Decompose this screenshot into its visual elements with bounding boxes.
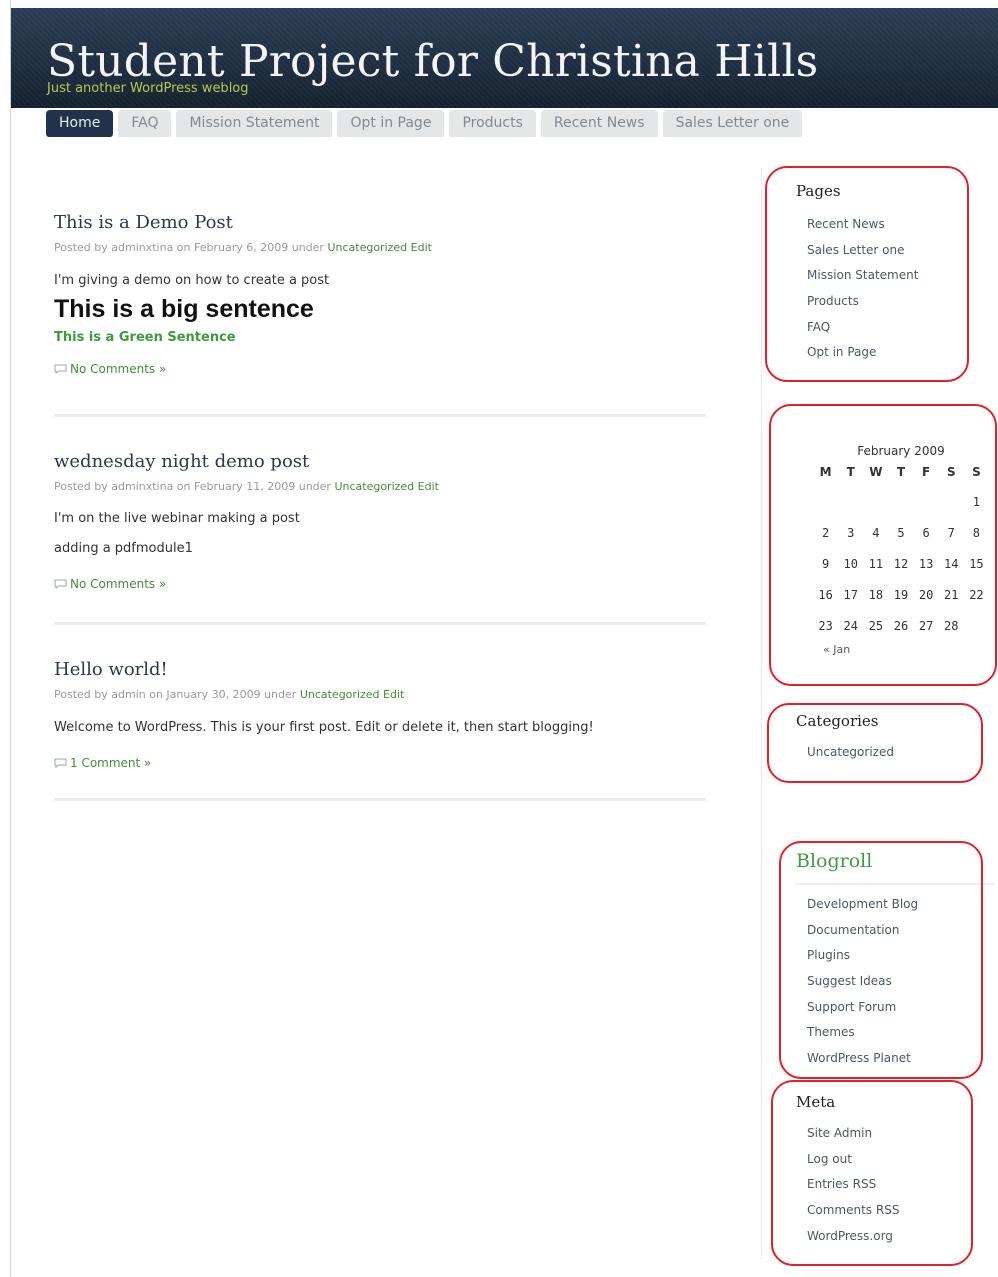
post-hello-world: Hello world! Posted by admin on January …	[54, 659, 706, 770]
green-sentence: This is a Green Sentence	[54, 330, 236, 345]
edit-link[interactable]: Edit	[383, 688, 404, 701]
post-divider	[54, 622, 706, 625]
annotation-ring-meta	[771, 1080, 973, 1266]
post-meta: Posted by adminxtina on February 6, 2009…	[54, 241, 706, 254]
post-body-text: Welcome to WordPress. This is your first…	[54, 720, 594, 735]
tab-mission-statement[interactable]: Mission Statement	[176, 110, 333, 137]
post-divider	[54, 798, 706, 801]
post-meta: Posted by admin on January 30, 2009 unde…	[54, 688, 706, 701]
tab-recent-news[interactable]: Recent News	[540, 110, 658, 137]
post-divider	[54, 414, 706, 417]
comments-label: 1 Comment »	[70, 756, 152, 770]
post-body-text-2: adding a pdfmodule1	[54, 541, 193, 556]
comments-link[interactable]: No Comments »	[54, 362, 706, 376]
page: Student Project for Christina Hills Just…	[10, 0, 998, 1277]
main-nav: Home FAQ Mission Statement Opt in Page P…	[46, 110, 803, 137]
post-wednesday: wednesday night demo post Posted by admi…	[54, 451, 706, 591]
post-meta: Posted by adminxtina on February 11, 200…	[54, 480, 706, 493]
annotation-ring-categories	[767, 703, 983, 783]
comments-link[interactable]: 1 Comment »	[54, 756, 706, 770]
tab-products[interactable]: Products	[449, 110, 536, 137]
category-link[interactable]: Uncategorized	[327, 241, 407, 254]
site-header: Student Project for Christina Hills Just…	[11, 8, 998, 108]
edit-link[interactable]: Edit	[411, 241, 432, 254]
big-sentence: This is a big sentence	[54, 295, 314, 323]
annotation-ring-blogroll	[779, 841, 983, 1079]
tab-home[interactable]: Home	[46, 110, 114, 137]
tab-sales-letter-one[interactable]: Sales Letter one	[662, 110, 803, 137]
annotation-ring-calendar	[769, 404, 997, 686]
annotation-ring-pages	[765, 166, 969, 382]
comments-label: No Comments »	[70, 362, 167, 376]
comment-bubble-icon	[54, 579, 67, 589]
post-body-text: I'm on the live webinar making a post	[54, 511, 300, 526]
category-link[interactable]: Uncategorized	[300, 688, 380, 701]
site-title[interactable]: Student Project for Christina Hills	[47, 36, 818, 87]
comment-bubble-icon	[54, 364, 67, 374]
comments-link[interactable]: No Comments »	[54, 577, 706, 591]
tab-faq[interactable]: FAQ	[118, 110, 172, 137]
post-title[interactable]: wednesday night demo post	[54, 451, 706, 472]
post-title[interactable]: This is a Demo Post	[54, 212, 706, 233]
post-demo: This is a Demo Post Posted by adminxtina…	[54, 212, 706, 376]
site-tagline: Just another WordPress weblog	[47, 81, 249, 96]
post-title[interactable]: Hello world!	[54, 659, 706, 680]
tab-opt-in-page[interactable]: Opt in Page	[337, 110, 445, 137]
post-body-text: I'm giving a demo on how to create a pos…	[54, 273, 330, 288]
comment-bubble-icon	[54, 758, 67, 768]
comments-label: No Comments »	[70, 577, 167, 591]
post-meta-text: Posted by adminxtina on February 11, 200…	[54, 480, 331, 493]
post-meta-text: Posted by admin on January 30, 2009 unde…	[54, 688, 297, 701]
edit-link[interactable]: Edit	[418, 480, 439, 493]
category-link[interactable]: Uncategorized	[334, 480, 414, 493]
post-meta-text: Posted by adminxtina on February 6, 2009…	[54, 241, 324, 254]
sidebar-divider	[761, 168, 762, 1258]
